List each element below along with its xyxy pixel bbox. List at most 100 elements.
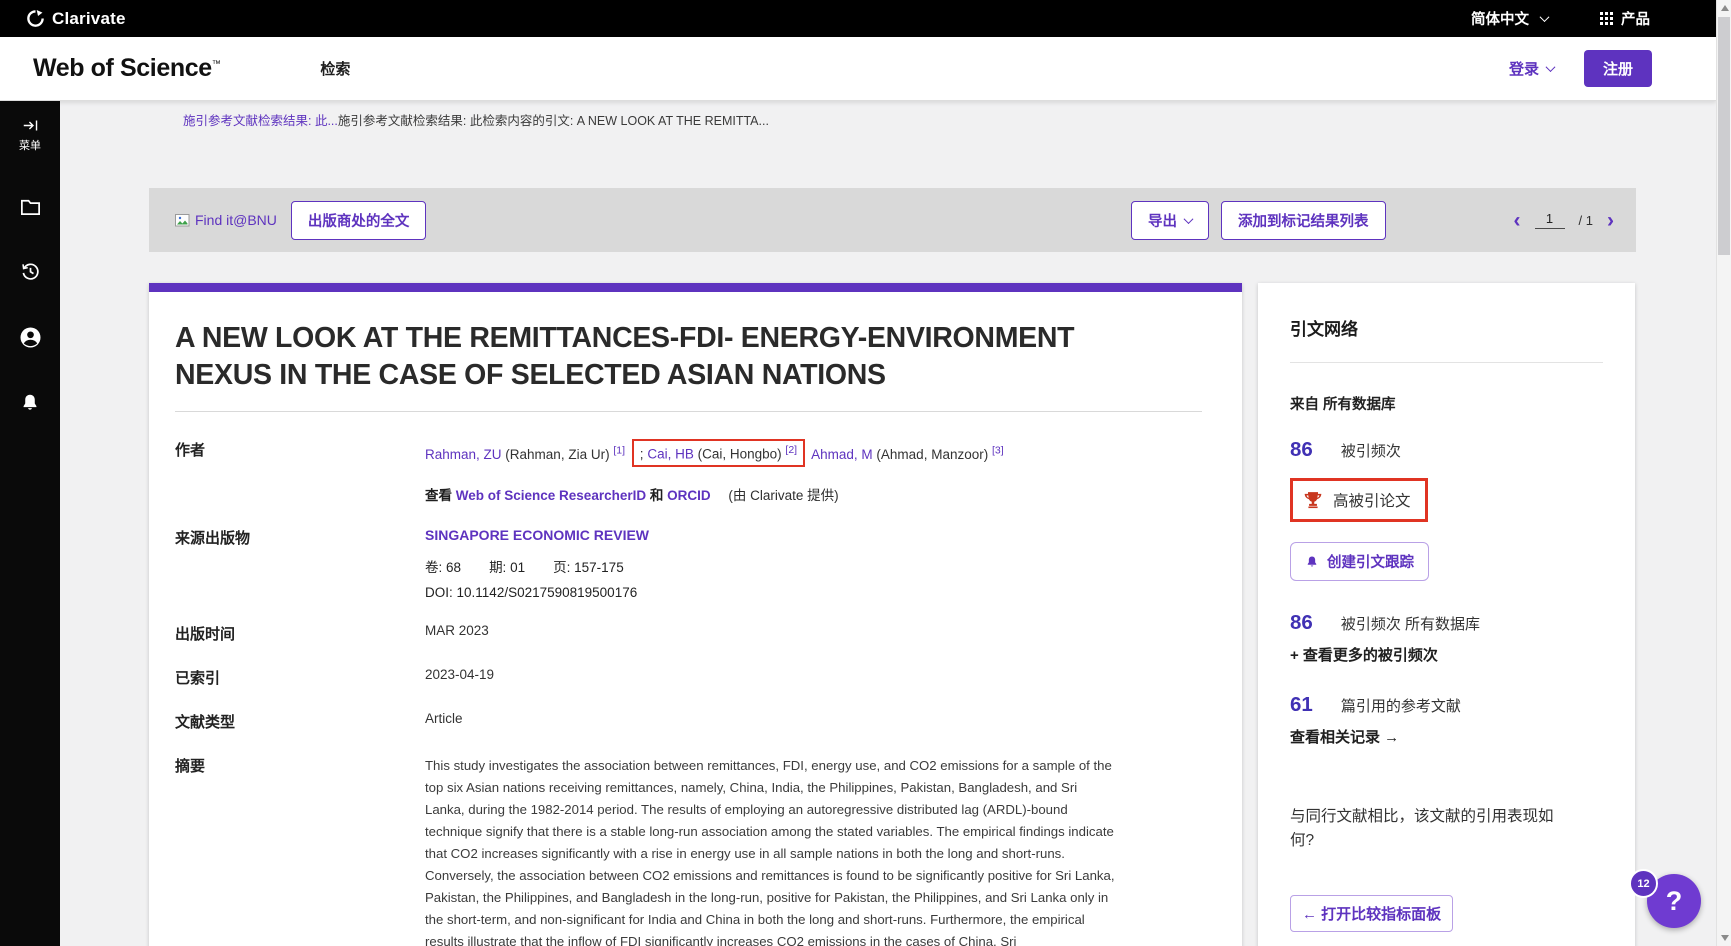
chevron-down-icon [1184,214,1194,224]
times-cited-row: 86 被引频次 [1290,438,1603,462]
menu-expand-button[interactable]: 菜单 [19,117,41,153]
login-menu[interactable]: 登录 [1509,58,1554,79]
export-button[interactable]: 导出 [1131,201,1209,240]
open-comparison-panel-button[interactable]: ← 打开比较指标面板 [1290,895,1453,932]
source-label: 来源出版物 [175,527,425,600]
abstract-text: This study investigates the association … [425,755,1117,946]
volume-issue-pages: 卷: 68 期: 01 页: 157-175 [425,556,1202,576]
indexed-value: 2023-04-19 [425,667,1202,688]
breadcrumb: 施引参考文献检索结果: 此...施引参考文献检索结果: 此检索内容的引文: A … [183,110,769,129]
authors-row: 作者 Rahman, ZU (Rahman, Zia Ur) [1] ; Cai… [175,439,1202,504]
citation-divider [1290,362,1603,363]
view-more-citations-link[interactable]: + 查看更多的被引频次 [1290,644,1603,665]
article-title: A NEW LOOK AT THE REMITTANCES-FDI- ENERG… [175,320,1155,394]
register-button[interactable]: 注册 [1584,50,1652,87]
clarivate-brand[interactable]: Clarivate [26,9,126,29]
menu-label: 菜单 [19,137,41,153]
cited-references-row: 61 篇引用的参考文献 [1290,693,1603,717]
doctype-value: Article [425,711,1202,732]
source-row: 来源出版物 SINGAPORE ECONOMIC REVIEW 卷: 68 期:… [175,527,1202,600]
abstract-row: 摘要 This study investigates the associati… [175,755,1202,946]
from-all-databases-label: 来自 所有数据库 [1290,393,1603,414]
grid-icon [1600,12,1613,25]
account-icon[interactable] [18,325,43,350]
pages: 页: 157-175 [553,556,624,576]
record-card: A NEW LOOK AT THE REMITTANCES-FDI- ENERG… [149,283,1242,946]
expand-rail-icon [22,117,39,134]
breadcrumb-current: 施引参考文献检索结果: 此检索内容的引文: A NEW LOOK AT THE … [338,114,769,128]
clarivate-logo-icon [26,9,45,28]
orcid-link[interactable]: ORCID [667,488,711,503]
indexed-row: 已索引 2023-04-19 [175,667,1202,688]
researcherid-link[interactable]: Web of Science ResearcherID [456,488,646,503]
abstract-label: 摘要 [175,755,425,946]
trademark-symbol: ™ [212,59,221,69]
citation-network-title: 引文网络 [1290,315,1603,340]
author-affiliation-sup[interactable]: [2] [785,444,797,456]
pagination: ‹ / 1 › [1514,210,1614,231]
author-affiliation-sup[interactable]: [3] [992,444,1004,456]
times-cited-label: 被引频次 [1341,440,1401,461]
record-toolbar: Find it@BNU 出版商处的全文 导出 添加到标记结果列表 ‹ / 1 › [149,188,1636,252]
annotation-box-author: ; Cai, HB (Cai, Hongbo) [2] [632,439,805,467]
bell-icon[interactable] [19,392,41,414]
page-total: / 1 [1579,213,1593,228]
products-menu[interactable]: 产品 [1600,8,1650,29]
author-link[interactable]: Ahmad, M [811,447,873,462]
author-link[interactable]: Cai, HB [647,447,694,462]
authors-label: 作者 [175,439,425,504]
broken-image-icon [175,214,193,229]
nav-search-tab[interactable]: 检索 [320,58,350,79]
author-link[interactable]: Rahman, ZU [425,447,502,462]
cited-references-count[interactable]: 61 [1290,693,1313,717]
next-page-chevron[interactable]: › [1607,210,1614,231]
journal-link[interactable]: SINGAPORE ECONOMIC REVIEW [425,527,649,543]
author-affiliation-sup[interactable]: [1] [613,444,625,456]
citation-performance-question: 与同行文献相比，该文献的引用表现如何? [1290,805,1562,853]
author-fullname: (Rahman, Zia Ur) [505,447,609,462]
scrollbar-thumb[interactable] [1718,17,1730,255]
author-fullname: (Cai, Hongbo) [698,447,782,462]
page-number-input[interactable] [1535,211,1565,229]
doi-line: DOI: 10.1142/S0217590819500176 [425,585,1202,600]
orcid-and: 和 [650,488,664,503]
doctype-label: 文献类型 [175,711,425,732]
add-to-marked-list-button[interactable]: 添加到标记结果列表 [1221,201,1386,240]
doctype-row: 文献类型 Article [175,711,1202,732]
times-cited-count[interactable]: 86 [1290,438,1313,462]
vertical-scrollbar[interactable] [1716,0,1731,946]
language-label: 简体中文 [1471,8,1529,29]
scroll-up-arrow[interactable] [1717,0,1731,16]
view-related-records-link[interactable]: 查看相关记录 → [1290,726,1603,747]
language-selector[interactable]: 简体中文 [1471,8,1548,29]
wos-header: Web of Science™ 检索 登录 注册 [0,37,1716,101]
authors-line: Rahman, ZU (Rahman, Zia Ur) [1] ; Cai, H… [425,439,1202,467]
left-rail: 菜单 [0,101,60,946]
create-citation-alert-button[interactable]: 创建引文跟踪 [1290,542,1429,581]
annotation-box-highly-cited: 高被引论文 [1290,478,1428,522]
chevron-down-icon [1540,12,1550,22]
all-db-cited-count[interactable]: 86 [1290,611,1313,635]
web-of-science-record-page: Clarivate 简体中文 产品 Web of Science™ 检 [0,0,1731,946]
clarivate-topbar: Clarivate 简体中文 产品 [0,0,1716,37]
chevron-down-icon [1546,62,1556,72]
scroll-down-arrow[interactable] [1717,930,1731,946]
prev-page-chevron[interactable]: ‹ [1514,210,1521,231]
bell-plus-icon [1305,555,1319,569]
all-db-cited-label: 被引频次 所有数据库 [1341,613,1480,634]
products-label: 产品 [1621,8,1650,29]
findit-link[interactable]: Find it@BNU [175,212,277,229]
history-icon[interactable] [19,260,42,283]
fulltext-button[interactable]: 出版商处的全文 [291,201,427,240]
folder-icon[interactable] [19,195,42,218]
orcid-note: (由 Clarivate 提供) [728,488,838,503]
wos-logo[interactable]: Web of Science™ [33,54,220,83]
indexed-label: 已索引 [175,667,425,688]
findit-label: Find it@BNU [195,212,277,228]
clarivate-brand-label: Clarivate [52,9,126,29]
researcherid-line: 查看 Web of Science ResearcherID 和 ORCID (… [425,484,1202,504]
author-item: Rahman, ZU (Rahman, Zia Ur) [1] [425,447,629,462]
author-separator: ; [640,447,644,462]
published-value: MAR 2023 [425,623,1202,644]
breadcrumb-link[interactable]: 施引参考文献检索结果: 此... [183,114,338,128]
